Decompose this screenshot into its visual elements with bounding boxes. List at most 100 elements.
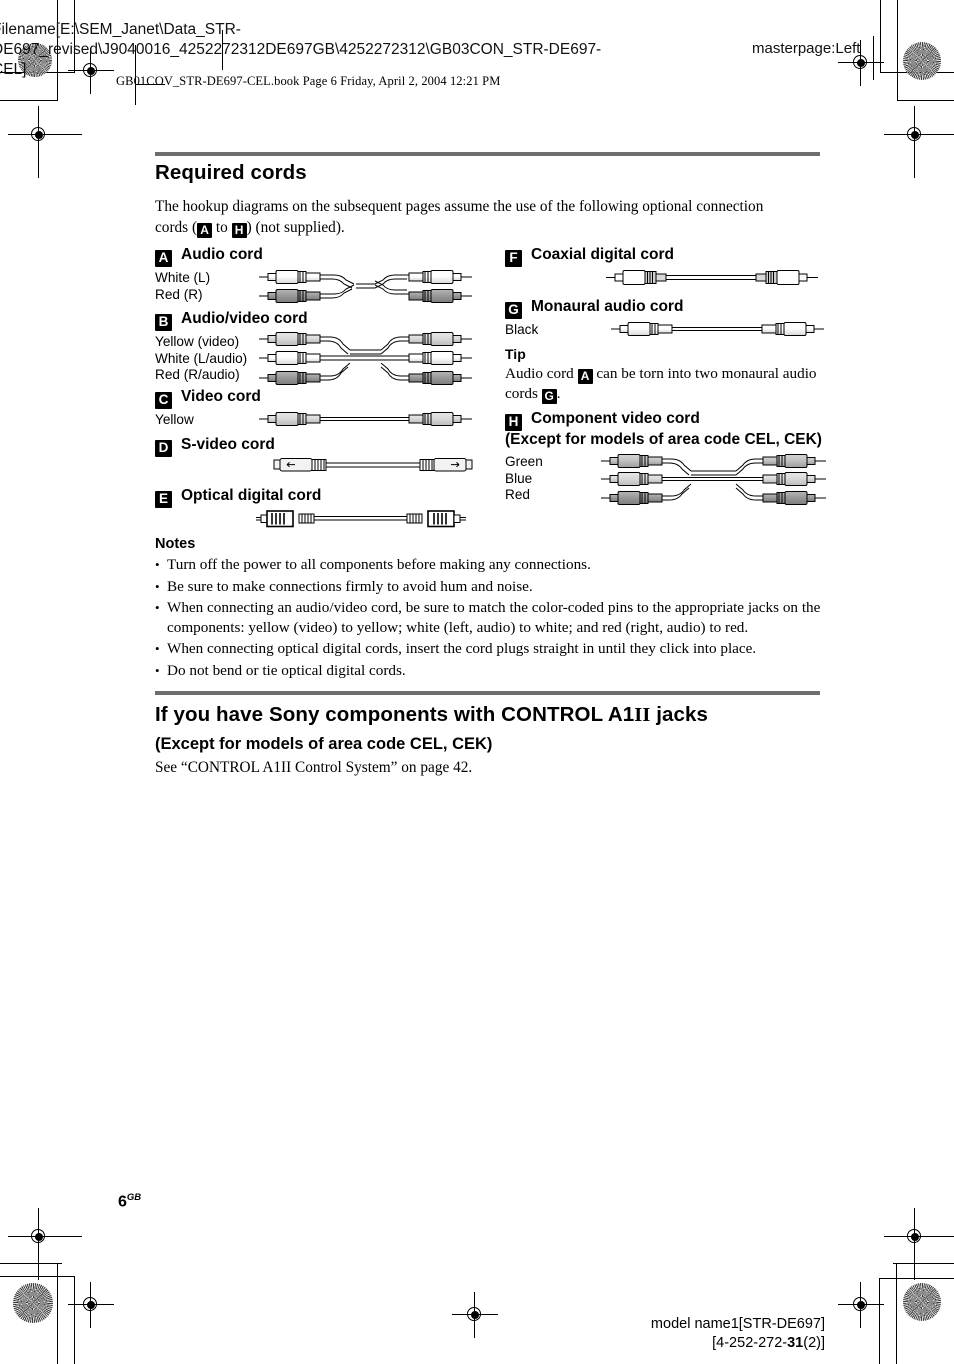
crop-rule-bottom-right-h bbox=[893, 1263, 954, 1264]
crop-rule-top-right-h2 bbox=[897, 100, 954, 101]
cord-legend-b: Yellow (video) White (L/audio) Red (R/au… bbox=[155, 334, 248, 382]
registration-mark-bottom-center-left bbox=[68, 1282, 114, 1328]
section-rule-control-a1 bbox=[155, 691, 820, 695]
badge-f: F bbox=[505, 250, 522, 267]
registration-mark-bottom-center bbox=[452, 1292, 498, 1338]
section-title-control-a1: If you have Sony components with CONTROL… bbox=[155, 703, 708, 727]
crop-rule-bottom-left-h2 bbox=[0, 1276, 75, 1277]
registration-mark-top-left bbox=[8, 106, 82, 178]
list-item: Be sure to make connections firmly to av… bbox=[155, 577, 823, 597]
notes-list: Turn off the power to all components bef… bbox=[155, 555, 823, 683]
list-item: Do not bend or tie optical digital cords… bbox=[155, 661, 823, 681]
registration-mark-top-right bbox=[884, 106, 954, 178]
cord-heading-b: B Audio/video cord bbox=[155, 310, 308, 331]
badge-h: H bbox=[505, 414, 522, 431]
crop-rule-bottom-left-v2 bbox=[74, 1276, 75, 1364]
intro-line-2-mid: to bbox=[212, 219, 232, 236]
section2-title-pre: If you have Sony components with CONTROL… bbox=[155, 703, 635, 726]
badge-d: D bbox=[155, 440, 172, 457]
part-number-line: [4-252-272-31(2)] bbox=[640, 1334, 825, 1353]
badge-h-inline: H bbox=[231, 223, 247, 238]
intro-line-2-pre: cords ( bbox=[155, 219, 198, 236]
cord-title-a: Audio cord bbox=[181, 246, 263, 263]
badge-g-tip: G bbox=[541, 389, 557, 404]
cord-heading-h: H Component video cord bbox=[505, 410, 700, 431]
cord-heading-c: C Video cord bbox=[155, 388, 261, 409]
tip-text-post: . bbox=[556, 385, 561, 402]
star-target-bottom-left bbox=[13, 1283, 53, 1323]
star-target-top-right bbox=[903, 42, 941, 80]
registration-mark-bottom-right bbox=[884, 1208, 954, 1280]
cord-heading-g: G Monaural audio cord bbox=[505, 298, 683, 319]
cord-legend-g: Black bbox=[505, 322, 539, 337]
book-info-line: GB01COV_STR-DE697-CEL.book Page 6 Friday… bbox=[116, 74, 501, 88]
star-target-bottom-right bbox=[903, 1283, 941, 1321]
crop-rule-bottom-right-v2 bbox=[879, 1278, 880, 1364]
section2-body: See “CONTROL A1II Control System” on pag… bbox=[155, 759, 473, 776]
badge-g: G bbox=[505, 302, 522, 319]
section-rule-required-cords bbox=[155, 152, 820, 156]
page-title: Required cords bbox=[155, 161, 307, 184]
folio-suffix: GB bbox=[126, 1192, 142, 1203]
cord-heading-d: D S-video cord bbox=[155, 436, 275, 457]
badge-b: B bbox=[155, 314, 172, 331]
cord-title-c: Video cord bbox=[181, 388, 261, 405]
badge-c: C bbox=[155, 392, 172, 409]
tip-body: Audio cord A can be torn into two monaur… bbox=[505, 364, 825, 404]
crop-rule-bottom-left-h bbox=[0, 1263, 62, 1264]
folio-number: 6 bbox=[118, 1193, 127, 1211]
model-name-footer: model name1[STR-DE697] [4-252-272-31(2)] bbox=[640, 1315, 825, 1353]
list-item: When connecting optical digital cords, i… bbox=[155, 639, 823, 659]
cord-diagram-e bbox=[255, 509, 470, 531]
registration-mark-bottom-right-inner bbox=[838, 1282, 884, 1328]
intro-paragraph: The hookup diagrams on the subsequent pa… bbox=[155, 196, 823, 238]
cord-diagram-f bbox=[605, 268, 825, 290]
cord-title-d: S-video cord bbox=[181, 436, 275, 453]
cord-heading-a: A Audio cord bbox=[155, 246, 263, 267]
tip-heading: Tip bbox=[505, 346, 526, 362]
cord-diagram-c bbox=[258, 410, 473, 432]
cord-diagram-d bbox=[273, 456, 473, 478]
cord-heading-e: E Optical digital cord bbox=[155, 487, 321, 508]
registration-mark-bottom-left bbox=[8, 1208, 82, 1280]
section2-title-post: jacks bbox=[650, 703, 709, 726]
notes-heading: Notes bbox=[155, 536, 196, 552]
part-number-suffix: (2)] bbox=[803, 1335, 825, 1351]
crop-rule-bottom-left-v bbox=[57, 1263, 58, 1364]
section2-subtitle: (Except for models of area code CEL, CEK… bbox=[155, 735, 493, 753]
model-name-line: model name1[STR-DE697] bbox=[650, 1316, 825, 1332]
cord-legend-c: Yellow bbox=[155, 412, 194, 427]
cord-diagram-g bbox=[610, 320, 825, 342]
badge-a: A bbox=[155, 250, 172, 267]
cord-title-g: Monaural audio cord bbox=[531, 298, 684, 315]
cord-title-e: Optical digital cord bbox=[181, 487, 322, 504]
printed-page: Filename[E:\SEM_Janet\Data_STR-DE697_rev… bbox=[0, 0, 954, 1364]
filename-path-text: Filename[E:\SEM_Janet\Data_STR-DE697_rev… bbox=[0, 21, 602, 78]
badge-e: E bbox=[155, 491, 172, 508]
masterpage-label: masterpage:Left bbox=[752, 40, 861, 57]
intro-line-2-post: ) (not supplied). bbox=[246, 219, 345, 236]
part-number-prefix: [4-252-272- bbox=[712, 1335, 788, 1351]
page-number: 6GB bbox=[118, 1192, 141, 1211]
cord-title-f: Coaxial digital cord bbox=[531, 246, 674, 263]
section2-title-roman: II bbox=[634, 704, 651, 726]
cord-subtitle-h: (Except for models of area code CEL, CEK… bbox=[505, 431, 822, 448]
cord-title-h: Component video cord bbox=[531, 410, 700, 427]
cord-diagram-b bbox=[258, 330, 473, 390]
cord-diagram-h bbox=[600, 452, 828, 508]
cord-legend-a: White (L) Red (R) bbox=[155, 270, 211, 302]
list-item: Turn off the power to all components bef… bbox=[155, 555, 823, 575]
crop-rule-bottom-right-h2 bbox=[879, 1278, 954, 1279]
tip-text-pre: Audio cord bbox=[505, 365, 578, 382]
crop-rule-top-left-h2 bbox=[0, 100, 58, 101]
crop-rule-top-right-v2 bbox=[897, 0, 898, 101]
badge-a-tip: A bbox=[577, 369, 593, 384]
part-number-bold: 31 bbox=[787, 1335, 804, 1351]
cord-heading-f: F Coaxial digital cord bbox=[505, 246, 674, 267]
cord-title-b: Audio/video cord bbox=[181, 310, 308, 327]
cord-diagram-a bbox=[258, 268, 473, 308]
cord-legend-h: Green Blue Red bbox=[505, 454, 543, 502]
list-item: When connecting an audio/video cord, be … bbox=[155, 598, 823, 637]
vert-rule-a bbox=[873, 36, 874, 80]
intro-line-1: The hookup diagrams on the subsequent pa… bbox=[155, 198, 764, 215]
